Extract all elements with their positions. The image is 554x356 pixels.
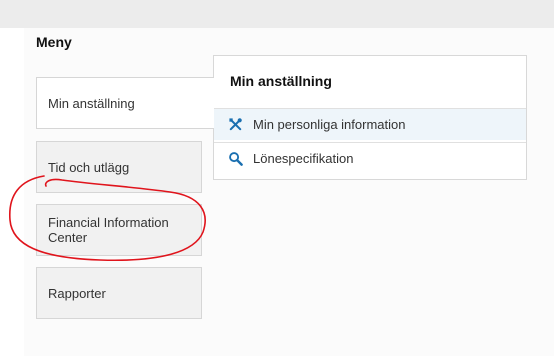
submenu-item-label: Lönespecifikation <box>253 151 354 166</box>
menu-item-label: Min anställning <box>48 95 135 111</box>
menu-item-rapporter[interactable]: Rapporter <box>36 267 202 319</box>
submenu-item-personlig-information[interactable]: Min personliga information <box>214 108 526 140</box>
menu-item-min-anstallning[interactable]: Min anställning <box>36 77 214 129</box>
search-icon <box>227 151 243 167</box>
menu-item-label: Rapporter <box>48 285 106 301</box>
submenu-title: Min anställning <box>230 73 332 89</box>
menu-item-financial-information-center[interactable]: Financial Information Center <box>36 204 202 256</box>
top-bar <box>0 0 554 28</box>
submenu-item-label: Min personliga information <box>253 117 406 132</box>
submenu-panel: Min anställning Min personliga informati… <box>213 55 527 180</box>
menu-item-label: Tid och utlägg <box>48 159 130 175</box>
menu-item-tid-och-utlagg[interactable]: Tid och utlägg <box>36 141 202 193</box>
submenu-item-lonespecifikation[interactable]: Lönespecifikation <box>214 142 526 174</box>
tools-icon <box>227 117 243 133</box>
menu-item-label: Financial Information Center <box>48 215 169 245</box>
menu-title: Meny <box>36 34 72 50</box>
